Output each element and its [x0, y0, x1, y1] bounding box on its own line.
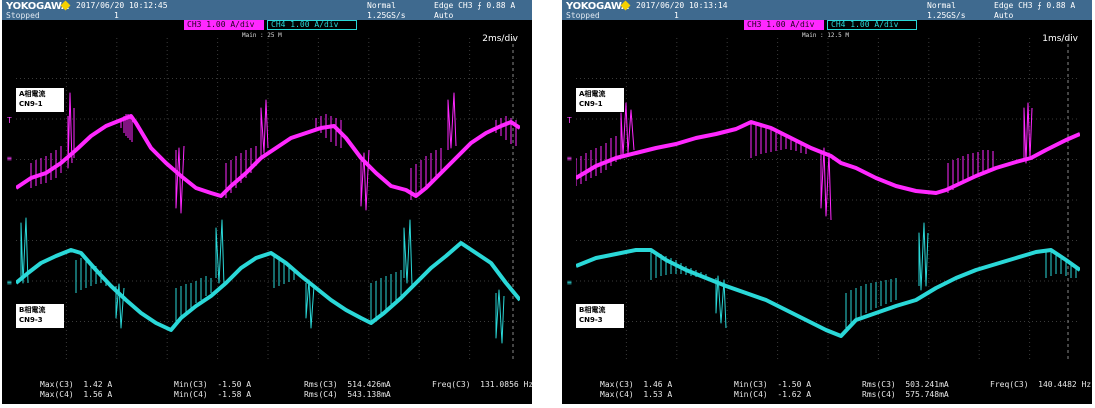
waveform-display — [576, 38, 1080, 362]
status-header: YOKOGAWA Stopped 2017/06/20 10:12:45 1 N… — [2, 0, 532, 20]
label-a-connector: CN9-1 — [579, 100, 603, 108]
rms-c4: Rms(C4) 543.138mA — [304, 390, 391, 399]
trigger-mode: Auto — [994, 11, 1014, 20]
rms-c4: Rms(C4) 575.748mA — [862, 390, 949, 399]
max-c3: Max(C3) 1.42 A — [40, 380, 113, 389]
timestamp: 2017/06/20 10:13:14 — [636, 1, 728, 10]
ch4-scale-box: CH4 1.00 A/div — [267, 20, 357, 30]
min-c4: Min(C4) -1.58 A — [174, 390, 252, 399]
ch4-scale-box: CH4 1.00 A/div — [827, 20, 917, 30]
label-a-title: A相電流 — [19, 90, 46, 98]
label-b-phase: B相電流 CN9-3 — [16, 304, 64, 328]
acquisition-count: 1 — [674, 11, 679, 20]
acquisition-count: 1 — [114, 11, 119, 20]
ch3-scale-box: CH3 1.00 A/div — [184, 20, 264, 30]
ch4-ground-marker: ≡ — [7, 278, 12, 287]
ch3-scale-box: CH3 1.00 A/div — [744, 20, 824, 30]
label-b-title: B相電流 — [19, 306, 46, 314]
acquisition-mode: Normal — [367, 1, 396, 10]
ch3-ground-marker: ≡ — [567, 154, 572, 163]
trigger-setting: Edge CH3 ⨍ 0.88 A — [434, 1, 516, 10]
oscilloscope-screen-1: YOKOGAWA Stopped 2017/06/20 10:12:45 1 N… — [2, 0, 532, 404]
label-a-phase: A相電流 CN9-1 — [16, 88, 64, 112]
min-c3: Min(C3) -1.50 A — [734, 380, 812, 389]
max-c3: Max(C3) 1.46 A — [600, 380, 673, 389]
status-header: YOKOGAWA Stopped 2017/06/20 10:13:14 1 N… — [562, 0, 1092, 20]
measurement-panel: Max(C3) 1.46 A Max(C4) 1.53 A Min(C3) -1… — [562, 380, 1092, 404]
sample-rate: 1.25GS/s — [927, 11, 966, 20]
ch3-trigger-marker: T — [567, 116, 572, 125]
trigger-mode: Auto — [434, 11, 454, 20]
oscilloscope-screen-2: YOKOGAWA Stopped 2017/06/20 10:13:14 1 N… — [562, 0, 1092, 404]
label-b-connector: CN9-3 — [579, 316, 603, 324]
ch4-ground-marker: ≡ — [567, 278, 572, 287]
timestamp: 2017/06/20 10:12:45 — [76, 1, 168, 10]
max-c4: Max(C4) 1.56 A — [40, 390, 113, 399]
label-b-connector: CN9-3 — [19, 316, 43, 324]
acquisition-mode: Normal — [927, 1, 956, 10]
min-c4: Min(C4) -1.62 A — [734, 390, 812, 399]
rms-c3: Rms(C3) 503.241mA — [862, 380, 949, 389]
trigger-setting: Edge CH3 ⨍ 0.88 A — [994, 1, 1076, 10]
label-a-phase: A相電流 CN9-1 — [576, 88, 624, 112]
label-b-phase: B相電流 CN9-3 — [576, 304, 624, 328]
waveform-display — [16, 38, 520, 362]
ch3-trigger-marker: T — [7, 116, 12, 125]
max-c4: Max(C4) 1.53 A — [600, 390, 673, 399]
run-state: Stopped — [566, 11, 600, 20]
min-c3: Min(C3) -1.50 A — [174, 380, 252, 389]
rms-c3: Rms(C3) 514.426mA — [304, 380, 391, 389]
label-a-connector: CN9-1 — [19, 100, 43, 108]
measurement-panel: Max(C3) 1.42 A Max(C4) 1.56 A Min(C3) -1… — [2, 380, 532, 404]
label-b-title: B相電流 — [579, 306, 606, 314]
freq-c3: Freq(C3) 140.4482 Hz — [990, 380, 1092, 389]
sample-rate: 1.25GS/s — [367, 11, 406, 20]
freq-c3: Freq(C3) 131.0856 Hz — [432, 380, 532, 389]
ch3-ground-marker: ≡ — [7, 154, 12, 163]
label-a-title: A相電流 — [579, 90, 606, 98]
run-state: Stopped — [6, 11, 40, 20]
